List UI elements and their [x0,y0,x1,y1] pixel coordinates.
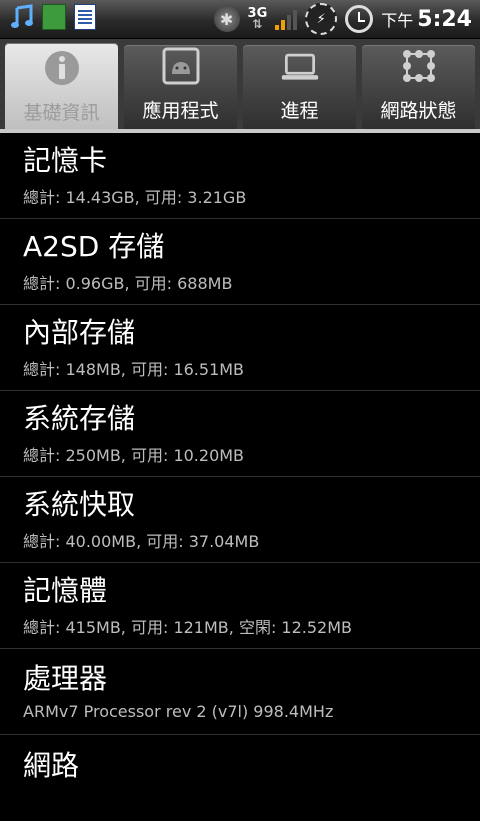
list-item-system-storage[interactable]: 系統存儲 總計: 250MB, 可用: 10.20MB [0,391,480,477]
list-item-a2sd-storage[interactable]: A2SD 存儲 總計: 0.96GB, 可用: 688MB [0,219,480,305]
music-icon[interactable] [10,4,34,30]
clock-ampm: 下午 [381,10,414,30]
list-item-sd-card[interactable]: 記憶卡 總計: 14.43GB, 可用: 3.21GB [0,133,480,219]
tab-basic-info[interactable]: 基礎資訊 [5,43,118,133]
item-title: 記憶卡 [23,143,108,177]
list-item-network[interactable]: 網路 [0,735,480,821]
list-item-processor[interactable]: 處理器 ARMv7 Processor rev 2 (v7l) 998.4MHz [0,649,480,735]
item-subtitle: ARMv7 Processor rev 2 (v7l) 998.4MHz [23,702,334,721]
item-subtitle: 總計: 415MB, 可用: 121MB, 空閑: 12.52MB [23,617,353,637]
clock-time: 5:24 [417,6,472,32]
item-title: 系統快取 [23,487,136,521]
tab-applications[interactable]: 應用程式 [124,45,237,131]
tab-processes[interactable]: 進程 [243,45,356,131]
item-title: 內部存儲 [23,315,136,349]
tab-label: 應用程式 [142,100,219,122]
item-title: 記憶體 [23,573,108,607]
clock: 下午 5:24 [381,7,472,32]
signal-strength-icon [275,8,298,30]
system-icons: ✱ 3G ⇅ ⚡ 下午 5:24 [213,2,472,36]
sheet-icon[interactable] [42,4,66,30]
item-subtitle: 總計: 14.43GB, 可用: 3.21GB [23,187,247,207]
item-title: 系統存儲 [23,401,136,435]
item-title: 處理器 [23,662,108,695]
android-icon [161,46,201,86]
item-subtitle: 總計: 0.96GB, 可用: 688MB [23,273,233,293]
alarm-clock-icon [345,5,374,33]
list-item-internal-storage[interactable]: 內部存儲 總計: 148MB, 可用: 16.51MB [0,305,480,391]
tab-label: 網路狀態 [380,100,457,122]
item-subtitle: 總計: 148MB, 可用: 16.51MB [23,359,245,379]
item-subtitle: 總計: 40.00MB, 可用: 37.04MB [23,531,260,551]
item-title: 網路 [23,749,80,782]
item-subtitle: 總計: 250MB, 可用: 10.20MB [23,445,245,465]
info-list: 記憶卡 總計: 14.43GB, 可用: 3.21GB A2SD 存儲 總計: … [0,133,480,821]
laptop-icon [280,46,320,86]
status-bar: ✱ 3G ⇅ ⚡ 下午 5:24 [0,0,480,39]
tab-bar: 基礎資訊 應用程式 進程 網路狀態 [0,39,480,133]
list-item-system-cache[interactable]: 系統快取 總計: 40.00MB, 可用: 37.04MB [0,477,480,563]
tab-label: 進程 [280,100,319,122]
tab-label: 基礎資訊 [23,102,100,124]
info-icon [42,48,82,88]
list-item-memory[interactable]: 記憶體 總計: 415MB, 可用: 121MB, 空閑: 12.52MB [0,563,480,649]
item-title: A2SD 存儲 [23,229,165,263]
bluetooth-icon: ✱ [213,6,240,32]
notification-icons[interactable] [10,4,96,30]
network-type-icon: 3G ⇅ [248,7,268,30]
doc-icon[interactable] [74,4,96,30]
tab-network-status[interactable]: 網路狀態 [362,45,475,131]
network-icon [399,46,439,86]
battery-charging-icon: ⚡ [305,3,338,35]
